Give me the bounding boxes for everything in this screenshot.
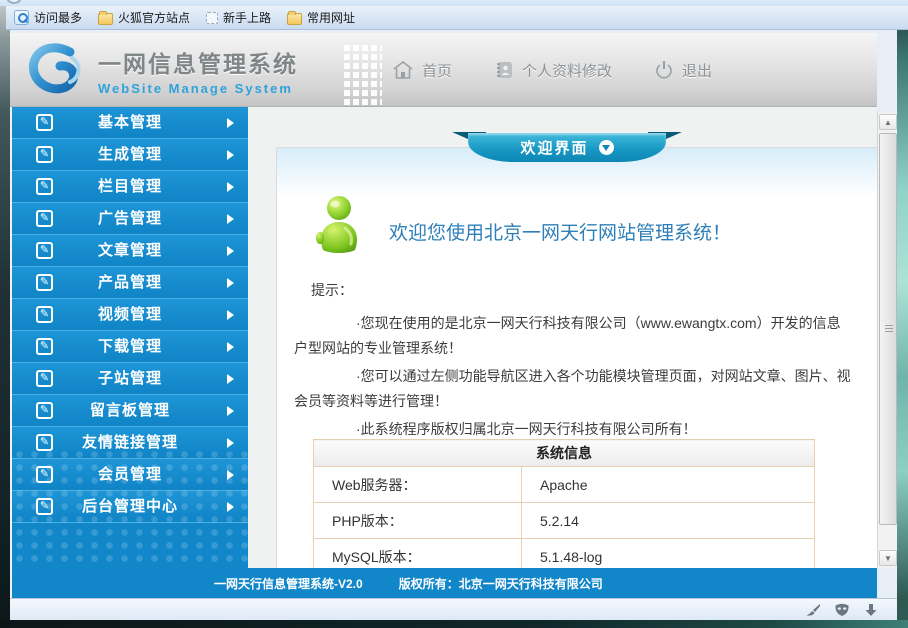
dots-grid-decoration (344, 45, 382, 107)
sidebar-item-subsites[interactable]: ✎子站管理 (12, 363, 248, 395)
row-label: PHP版本： (314, 503, 522, 539)
chevron-right-icon (227, 118, 234, 128)
bookmark-getting-started[interactable]: 新手上路 (206, 9, 271, 26)
chevron-right-icon (227, 182, 234, 192)
welcome-message: 欢迎您使用北京一网天行网站管理系统！ (389, 218, 731, 245)
sidebar-item-ads[interactable]: ✎广告管理 (12, 203, 248, 235)
chevron-right-icon (227, 278, 234, 288)
chevron-right-icon (227, 214, 234, 224)
brush-icon[interactable] (805, 603, 821, 617)
logo-icon (26, 42, 88, 98)
bookmark-most-visited[interactable]: 访问最多 (14, 9, 82, 26)
browser-window: 访问最多 火狐官方站点 新手上路 常用网址 (0, 0, 908, 628)
table-row: MySQL版本： 5.1.48-log (314, 539, 815, 569)
system-info-table: 系统信息 Web服务器： Apache PHP版本： 5.2.14 MySQL版… (313, 439, 815, 568)
nav-profile-edit[interactable]: 个人资料修改 (494, 60, 612, 81)
scroll-up-button[interactable]: ▲ (879, 114, 897, 130)
header-nav: 首页 个人资料修改 退出 (392, 33, 712, 107)
window-bottom-border (0, 620, 908, 628)
banner-title: 欢迎界面 (520, 137, 588, 158)
scroll-down-button[interactable]: ▼ (879, 550, 897, 566)
chevron-right-icon (227, 342, 234, 352)
chevron-right-icon (227, 150, 234, 160)
table-title: 系统信息 (314, 440, 815, 467)
profile-book-icon (494, 60, 514, 80)
tips-block: 提示： ·您现在使用的是北京一网天行科技有限公司（www.ewangtx.com… (277, 278, 877, 442)
bookmark-firefox-official[interactable]: 火狐官方站点 (98, 9, 190, 26)
sidebar-item-guestbook[interactable]: ✎留言板管理 (12, 395, 248, 427)
chevron-down-icon (602, 145, 610, 151)
row-value: 5.1.48-log (522, 539, 815, 569)
home-icon (392, 60, 414, 80)
nav-label: 退出 (682, 60, 712, 81)
page-footer: 一网天行信息管理系统-V2.0 版权所有：北京一网天行科技有限公司 (12, 568, 877, 598)
nav-home[interactable]: 首页 (392, 60, 452, 81)
download-icon[interactable] (863, 603, 879, 617)
sidebar-menu: ✎基本管理 ✎生成管理 ✎栏目管理 ✎广告管理 ✎文章管理 ✎产品管理 ✎视频管… (12, 107, 248, 568)
folder-icon (287, 13, 302, 25)
bookmark-label: 常用网址 (307, 9, 355, 26)
banner-toggle-button[interactable] (599, 140, 614, 155)
nav-label: 首页 (422, 60, 452, 81)
table-row: PHP版本： 5.2.14 (314, 503, 815, 539)
tips-heading: 提示： (311, 278, 877, 303)
window-left-border (0, 0, 10, 628)
footer-version: 一网天行信息管理系统-V2.0 (214, 575, 363, 592)
sidebar-item-downloads[interactable]: ✎下载管理 (12, 331, 248, 363)
content-scrollbar[interactable]: ▲ ▼ (877, 112, 897, 568)
sidebar-item-columns[interactable]: ✎栏目管理 (12, 171, 248, 203)
chevron-right-icon (227, 374, 234, 384)
sidebar-item-products[interactable]: ✎产品管理 (12, 267, 248, 299)
search-icon (14, 10, 29, 25)
bookmark-label: 新手上路 (223, 9, 271, 26)
tip-line: 户型网站的专业管理系统！ (294, 336, 877, 361)
content-viewport: 欢迎您使用北京一网天行网站管理系统！ 提示： ·您现在使用的是北京一网天行科技有… (248, 107, 877, 568)
welcome-banner: 欢迎界面 (452, 130, 682, 162)
sidebar-item-generate[interactable]: ✎生成管理 (12, 139, 248, 171)
tip-line: 会员等资料等进行管理！ (294, 389, 877, 414)
row-value: 5.2.14 (522, 503, 815, 539)
chevron-right-icon (227, 406, 234, 416)
welcome-panel: 欢迎您使用北京一网天行网站管理系统！ 提示： ·您现在使用的是北京一网天行科技有… (276, 147, 877, 568)
nav-label: 个人资料修改 (522, 60, 612, 81)
mask-icon[interactable] (834, 603, 850, 617)
row-label: Web服务器： (314, 467, 522, 503)
chevron-right-icon (227, 246, 234, 256)
app-title: 一网信息管理系统 (98, 45, 298, 79)
sidebar-item-basic[interactable]: ✎基本管理 (12, 107, 248, 139)
sidebar-item-articles[interactable]: ✎文章管理 (12, 235, 248, 267)
livemark-icon (206, 12, 218, 24)
sidebar-item-videos[interactable]: ✎视频管理 (12, 299, 248, 331)
bookmarks-toolbar: 访问最多 火狐官方站点 新手上路 常用网址 (6, 6, 908, 30)
page: 一网信息管理系统 WebSite Manage System 首页 (10, 33, 877, 598)
chevron-right-icon (227, 438, 234, 448)
sidebar-dot-pattern (12, 448, 248, 568)
row-value: Apache (522, 467, 815, 503)
page-header: 一网信息管理系统 WebSite Manage System 首页 (10, 33, 877, 107)
folder-icon (98, 13, 113, 25)
bookmark-common-sites[interactable]: 常用网址 (287, 9, 355, 26)
nav-logout[interactable]: 退出 (654, 60, 712, 81)
app-subtitle: WebSite Manage System (98, 81, 298, 96)
window-right-border (897, 0, 908, 628)
bookmark-label: 访问最多 (34, 9, 82, 26)
chevron-right-icon (227, 310, 234, 320)
row-label: MySQL版本： (314, 539, 522, 569)
bookmark-label: 火狐官方站点 (118, 9, 190, 26)
user-avatar (313, 194, 363, 254)
footer-copyright: 版权所有：北京一网天行科技有限公司 (399, 575, 603, 592)
power-icon (654, 60, 674, 80)
addon-bar (10, 598, 897, 620)
scroll-thumb[interactable] (879, 133, 897, 525)
logo: 一网信息管理系统 WebSite Manage System (26, 42, 298, 98)
tip-line: ·您可以通过左侧功能导航区进入各个功能模块管理页面，对网站文章、图片、视 (356, 364, 877, 389)
table-row: Web服务器： Apache (314, 467, 815, 503)
tip-line: ·您现在使用的是北京一网天行科技有限公司（www.ewangtx.com）开发的… (356, 311, 877, 336)
